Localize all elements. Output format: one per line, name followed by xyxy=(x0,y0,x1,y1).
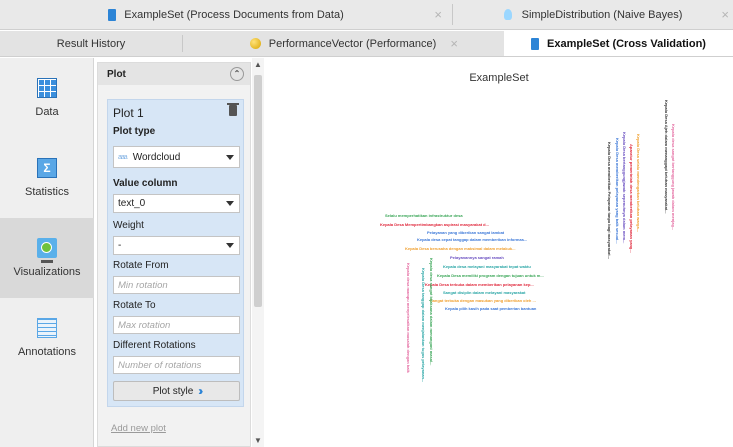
lightbulb-icon xyxy=(503,9,512,20)
document-icon xyxy=(531,37,540,50)
chevron-down-icon xyxy=(226,243,234,248)
wordcloud-word: Kepala Desa memiliki program dengan tuju… xyxy=(437,273,544,278)
plot-style-label: Plot style xyxy=(152,385,194,397)
table-icon xyxy=(37,78,57,98)
wordcloud-word: Kepala Desa terbuka dalam memberikan pel… xyxy=(425,282,534,287)
wordcloud-word: Kepala desa sangat bertanggung jawab dal… xyxy=(671,124,676,231)
wordcloud-word: Kepala Desa selalu mendengarkan keluhan … xyxy=(636,134,641,233)
trash-icon[interactable] xyxy=(227,103,239,116)
sidebar-item-visualizations[interactable]: Visualizations xyxy=(0,218,94,298)
tab-label: ExampleSet (Cross Validation) xyxy=(547,37,706,50)
rotate-from-label: Rotate From xyxy=(113,260,169,271)
visualizations-icon xyxy=(37,238,57,263)
tab-label: PerformanceVector (Performance) xyxy=(268,37,437,50)
rotate-from-input[interactable] xyxy=(113,276,240,294)
panel-header: Plot ⌃ xyxy=(98,63,250,85)
rotate-to-input[interactable] xyxy=(113,316,240,334)
visualization-canvas: ExampleSet Selalu memperhatikan infrastr… xyxy=(265,58,733,447)
weight-label: Weight xyxy=(113,220,144,231)
wordcloud-word: Kepala Desa Ajeh dalam menanggapi keluha… xyxy=(664,100,669,214)
tab-exampleset-cross-validation[interactable]: ExampleSet (Cross Validation) xyxy=(504,31,733,56)
chart-title: ExampleSet xyxy=(469,72,529,84)
app-window: ExampleSet (Process Documents from Data)… xyxy=(0,0,733,447)
weight-value: - xyxy=(118,240,122,251)
wordcloud-word: Kepala Desa memberikan Pelayanan tanpa b… xyxy=(607,142,612,259)
results-tab-bar: ExampleSet (Process Documents from Data)… xyxy=(0,0,733,30)
wordcloud-word: Sangat terbuka dengan masukan yang diber… xyxy=(430,298,536,303)
performance-icon xyxy=(249,38,261,49)
plot-type-value: Wordcloud xyxy=(132,151,181,163)
statistics-icon: Σ xyxy=(37,158,57,178)
sidebar-item-statistics[interactable]: Σ Statistics xyxy=(0,138,94,218)
scroll-down-icon[interactable]: ▼ xyxy=(254,436,262,445)
close-icon[interactable]: × xyxy=(721,7,729,22)
different-rotations-input[interactable] xyxy=(113,356,240,374)
plot-style-button[interactable]: Plot style ›› xyxy=(113,381,240,401)
sidebar-item-label: Visualizations xyxy=(13,266,81,278)
wordcloud-word: Selalu memperhatikan infrastruktur desa xyxy=(385,213,463,218)
wordcloud-word: Kepala desa sangat bijaksana dalam menan… xyxy=(429,258,434,366)
chevron-down-icon xyxy=(226,155,234,160)
wordcloud-word: Kepala Desa berusaha dengan maksimal dal… xyxy=(405,246,516,251)
sidebar-item-label: Statistics xyxy=(24,186,69,198)
wordcloud-word: Sangat disiplin dalam melayani masyaraka… xyxy=(443,290,526,295)
document-icon xyxy=(108,8,117,21)
wordcloud-word: Kepala Desa bertanggungjawab sepenuhnya … xyxy=(622,132,627,244)
wordcloud-word: Pelayanannya sangat ramah xyxy=(450,255,504,260)
sidebar-item-data[interactable]: Data xyxy=(0,58,94,138)
wordcloud-word: Kepala desa cepat tanggap dalam memberik… xyxy=(417,237,528,242)
panel-title: Plot xyxy=(107,68,126,80)
value-column-value: text_0 xyxy=(118,198,146,209)
different-rotations-label: Different Rotations xyxy=(113,340,196,351)
plot-type-select[interactable]: aaa Wordcloud xyxy=(113,146,240,168)
view-sidebar: Data Σ Statistics Visualizations Annotat… xyxy=(0,58,94,447)
wordcloud-word: Kepala Desa tanggap dalam menjalankan tu… xyxy=(421,268,426,383)
chevron-down-icon xyxy=(226,201,234,206)
collapse-icon[interactable]: ⌃ xyxy=(230,67,244,81)
tab-performancevector[interactable]: PerformanceVector (Performance) × xyxy=(183,31,503,56)
sidebar-item-label: Annotations xyxy=(17,346,77,358)
annotations-icon xyxy=(37,318,57,338)
panel-scrollbar[interactable]: ▲ ▼ xyxy=(252,58,264,447)
wordcloud-word: Kepala desa mampu menyelesaikan masalah … xyxy=(406,263,411,373)
plot-type-label: Plot type xyxy=(113,126,156,137)
tab-simpledistribution[interactable]: SimpleDistribution (Naive Bayes) × xyxy=(453,0,733,29)
plot-config-panel: Plot ⌃ Plot 1 Plot type aaa Wordcloud Va… xyxy=(97,62,251,447)
wordcloud-icon: aaa xyxy=(118,153,128,161)
wordcloud-word: Kepala pilih kasih pada saat pemberian b… xyxy=(445,306,537,311)
double-chevron-right-icon: ›› xyxy=(198,384,203,398)
wordcloud-word: Aparatur pemerintah desa memberikan pela… xyxy=(629,144,634,253)
results-secondary-tab-bar: Result History PerformanceVector (Perfor… xyxy=(0,31,733,57)
wordcloud-word: Pelayanan yang diberikan sangat lambat xyxy=(427,230,505,235)
weight-select[interactable]: - xyxy=(113,236,240,255)
tab-result-history[interactable]: Result History xyxy=(0,31,182,56)
wordcloud-word: Kepala Desa memberikan pelayanan yang ba… xyxy=(615,138,620,244)
sidebar-item-annotations[interactable]: Annotations xyxy=(0,298,94,378)
plot-card: Plot 1 Plot type aaa Wordcloud Value col… xyxy=(107,99,244,407)
value-column-label: Value column xyxy=(113,178,178,189)
tab-label: ExampleSet (Process Documents from Data) xyxy=(124,8,344,21)
tab-label: Result History xyxy=(56,37,126,50)
tab-label: SimpleDistribution (Naive Bayes) xyxy=(521,8,683,21)
sidebar-item-label: Data xyxy=(35,106,59,118)
add-new-plot-link[interactable]: Add new plot xyxy=(111,423,166,434)
scrollbar-thumb[interactable] xyxy=(254,75,262,307)
scroll-up-icon[interactable]: ▲ xyxy=(254,60,262,69)
wordcloud-word: Kepala Desa Mempertimbangkan aspirasi ma… xyxy=(380,222,489,227)
value-column-select[interactable]: text_0 xyxy=(113,194,240,213)
rotate-to-label: Rotate To xyxy=(113,300,156,311)
tab-exampleset-process-documents[interactable]: ExampleSet (Process Documents from Data)… xyxy=(0,0,452,29)
close-icon[interactable]: × xyxy=(450,36,458,51)
close-icon[interactable]: × xyxy=(434,7,442,22)
wordcloud-word: Kepala desa melayani masyarakat tepat wa… xyxy=(443,264,531,269)
plot-title: Plot 1 xyxy=(113,106,144,120)
